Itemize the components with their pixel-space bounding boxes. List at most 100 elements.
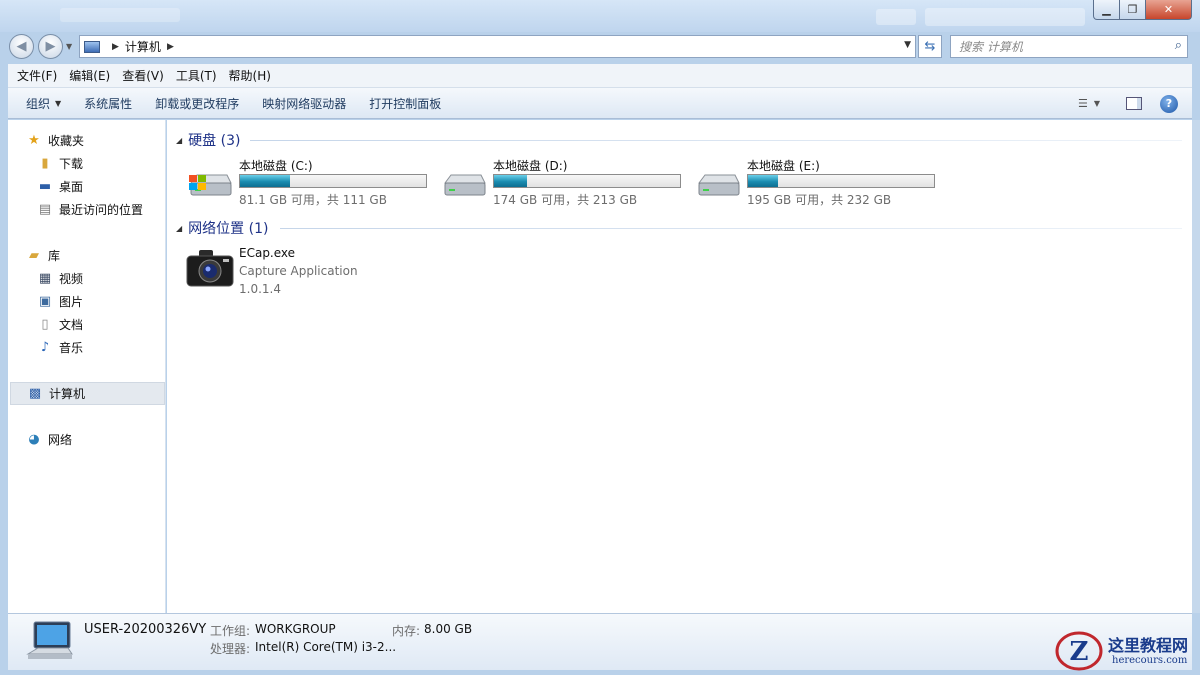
computer-icon [26, 621, 73, 659]
drive-d-usage-fill [494, 175, 528, 187]
nav-computer[interactable]: ▩ 计算机 [10, 382, 165, 405]
nav-documents-label: 文档 [59, 318, 84, 332]
hard-drive-icon [698, 174, 740, 196]
menu-view[interactable]: 查看(V) [116, 67, 170, 84]
hard-drive-icon [444, 174, 486, 196]
workgroup-value: WORKGROUP [255, 622, 336, 636]
computer-icon [84, 40, 100, 53]
watermark-text: 这里教程网 [1108, 636, 1189, 655]
network-item-description: Capture Application [239, 264, 358, 278]
back-button[interactable]: ◀ [9, 34, 34, 59]
breadcrumb-computer[interactable]: 计算机 [125, 38, 161, 55]
group-divider [280, 228, 1182, 229]
processor-value: Intel(R) Core(TM) i3-2... [255, 640, 397, 654]
address-dropdown-icon[interactable]: ▼ [904, 40, 911, 50]
maximize-icon: ❐ [1127, 3, 1138, 16]
nav-recent-places[interactable]: ▤ 最近访问的位置 [37, 201, 143, 218]
group-hard-disks-header[interactable]: ◢ 硬盘 (3) [176, 130, 240, 150]
drive-d[interactable]: 本地磁盘 (D:) 174 GB 可用，共 213 GB [441, 157, 691, 207]
drive-e-name: 本地磁盘 (E:) [747, 159, 820, 173]
details-pane: USER-20200326VY 工作组: WORKGROUP 内存: 8.00 … [8, 613, 1192, 670]
organize-label: 组织 [26, 96, 51, 111]
music-note-icon: ♪ [40, 340, 50, 355]
menu-tools[interactable]: 工具(T) [170, 67, 223, 84]
breadcrumb-chevron-icon[interactable]: ▶ [112, 42, 119, 52]
network-item-ecap[interactable]: ECap.exe Capture Application 1.0.1.4 [185, 242, 485, 302]
forward-button[interactable]: ▶ [38, 34, 63, 59]
nav-desktop[interactable]: ▬ 桌面 [37, 178, 83, 195]
collapse-triangle-icon[interactable]: ◢ [176, 136, 182, 145]
preview-pane-button[interactable] [1126, 97, 1142, 110]
map-network-drive-button[interactable]: 映射网络驱动器 [254, 95, 354, 112]
memory-value: 8.00 GB [424, 622, 473, 636]
title-blur [60, 8, 180, 22]
close-button[interactable]: ✕ [1146, 0, 1192, 20]
maximize-button[interactable]: ❐ [1120, 0, 1146, 20]
nav-downloads-label: 下载 [59, 157, 84, 171]
window-controls: ▁ ❐ ✕ [1093, 0, 1192, 20]
recent-places-icon: ▤ [38, 202, 52, 217]
menu-edit[interactable]: 编辑(E) [63, 67, 116, 84]
drive-c-usage-fill [240, 175, 291, 187]
nav-libraries[interactable]: ▰ 库 [26, 247, 60, 264]
nav-pictures[interactable]: ▣ 图片 [37, 293, 83, 310]
menu-help[interactable]: 帮助(H) [223, 67, 277, 84]
drive-e-usage-bar [747, 174, 935, 188]
watermark: Z 这里教程网 herecours.com [1052, 628, 1198, 674]
open-control-panel-button[interactable]: 打开控制面板 [361, 95, 449, 112]
uninstall-program-button[interactable]: 卸载或更改程序 [147, 95, 247, 112]
nav-videos[interactable]: ▦ 视频 [37, 270, 83, 287]
change-view-button[interactable]: ☰ ▼ [1070, 97, 1108, 110]
group-hard-disks-title: 硬盘 (3) [188, 133, 241, 149]
drive-d-free-space: 174 GB 可用，共 213 GB [493, 193, 638, 207]
desktop-icon: ▬ [38, 179, 52, 194]
nav-downloads[interactable]: ▮ 下载 [37, 155, 83, 172]
help-button[interactable]: ? [1160, 94, 1178, 113]
drive-c-usage-bar [239, 174, 427, 188]
close-icon: ✕ [1163, 3, 1174, 16]
nav-computer-label: 计算机 [49, 387, 86, 401]
nav-libraries-label: 库 [48, 249, 61, 263]
nav-documents[interactable]: ▯ 文档 [37, 316, 83, 333]
minimize-button[interactable]: ▁ [1093, 0, 1120, 20]
recent-pages-dropdown[interactable]: ▼ [66, 42, 72, 51]
drive-d-name: 本地磁盘 (D:) [493, 159, 568, 173]
memory-label: 内存: [392, 624, 421, 638]
menu-file[interactable]: 文件(F) [11, 67, 63, 84]
search-box[interactable]: ⌕ [950, 35, 1188, 58]
minimize-icon: ▁ [1102, 3, 1111, 16]
drive-e-free-space: 195 GB 可用，共 232 GB [747, 193, 892, 207]
drive-e[interactable]: 本地磁盘 (E:) 195 GB 可用，共 232 GB [695, 157, 945, 207]
command-bar-right: ☰ ▼ ? [1070, 88, 1192, 119]
watermark-logo-icon: Z [1055, 631, 1103, 671]
search-icon[interactable]: ⌕ [1175, 38, 1182, 53]
address-bar[interactable]: ▶ 计算机 ▶ ▼ [79, 35, 916, 58]
breadcrumb-chevron-icon[interactable]: ▶ [167, 42, 174, 52]
watermark-url: herecours.com [1112, 655, 1188, 666]
titlebar-blur-search [925, 8, 1085, 26]
group-divider [250, 140, 1182, 141]
nav-desktop-label: 桌面 [59, 180, 84, 194]
chevron-down-icon: ▼ [55, 98, 62, 108]
nav-network[interactable]: ◕ 网络 [26, 431, 72, 448]
search-input[interactable] [951, 36, 1161, 57]
arrow-left-icon: ◀ [16, 39, 27, 54]
windows-drive-icon [189, 174, 232, 196]
refresh-button[interactable]: ⇆ [918, 35, 942, 58]
computer-icon: ▩ [28, 386, 42, 401]
collapse-triangle-icon[interactable]: ◢ [176, 224, 182, 233]
group-network-locations-header[interactable]: ◢ 网络位置 (1) [176, 218, 268, 238]
nav-recent-label: 最近访问的位置 [59, 203, 144, 217]
help-icon: ? [1165, 97, 1173, 110]
system-properties-button[interactable]: 系统属性 [76, 95, 140, 112]
computer-name: USER-20200326VY [84, 622, 207, 637]
drive-d-usage-bar [493, 174, 681, 188]
organize-button[interactable]: 组织 ▼ [18, 95, 69, 112]
network-globe-icon: ◕ [28, 432, 40, 447]
nav-network-label: 网络 [48, 433, 73, 447]
drive-c[interactable]: 本地磁盘 (C:) 81.1 GB 可用，共 111 GB [187, 157, 437, 207]
navigation-pane: ★ 收藏夹 ▮ 下载 ▬ 桌面 ▤ 最近访问的位置 ▰ 库 ▦ 视频 ▣ 图片 … [8, 120, 166, 613]
nav-music[interactable]: ♪ 音乐 [37, 339, 83, 356]
nav-favorites[interactable]: ★ 收藏夹 [26, 132, 84, 149]
network-item-version: 1.0.1.4 [239, 282, 281, 296]
